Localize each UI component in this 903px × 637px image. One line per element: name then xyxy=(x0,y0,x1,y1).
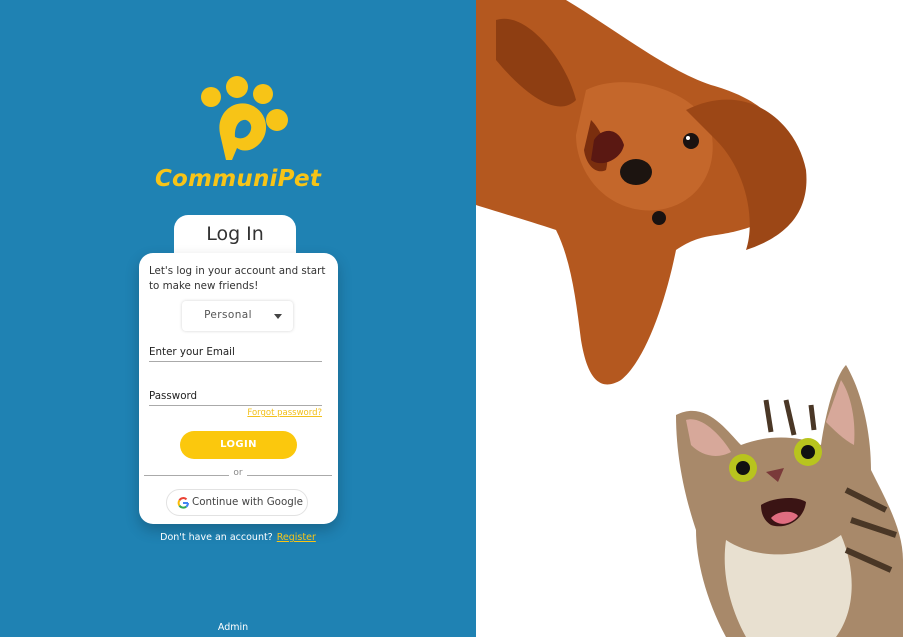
pets-image-panel xyxy=(476,0,903,637)
account-type-select[interactable]: Personal xyxy=(182,301,293,331)
caret-down-icon xyxy=(274,314,282,319)
admin-link[interactable]: Admin xyxy=(0,622,466,633)
intro-text: Let's log in your account and start to m… xyxy=(149,265,326,292)
divider-left xyxy=(144,475,229,476)
account-type-value: Personal xyxy=(204,309,252,321)
email-field[interactable] xyxy=(149,346,322,361)
password-field-wrapper xyxy=(149,384,322,406)
tabby-cat-photo xyxy=(676,365,903,637)
google-button-label: Continue with Google xyxy=(192,496,304,508)
login-button[interactable]: LOGIN xyxy=(180,431,297,459)
email-field-wrapper xyxy=(149,340,322,362)
google-login-button[interactable]: Continue with Google xyxy=(166,489,308,516)
puppy-photo xyxy=(476,0,807,385)
password-field[interactable] xyxy=(149,390,322,405)
google-g-icon xyxy=(177,497,189,509)
register-link[interactable]: Register xyxy=(277,532,316,543)
register-row: Don't have an account? Register xyxy=(0,532,476,543)
divider-right xyxy=(247,475,332,476)
brand-name: CommuniPet xyxy=(154,166,322,192)
login-card: Let's log in your account and start to m… xyxy=(139,253,338,524)
divider-or-text: or xyxy=(233,468,243,478)
login-panel: CommuniPet Log In Let's log in your acco… xyxy=(0,0,476,637)
forgot-password-link[interactable]: Forgot password? xyxy=(247,408,322,418)
no-account-text: Don't have an account? xyxy=(160,532,273,543)
